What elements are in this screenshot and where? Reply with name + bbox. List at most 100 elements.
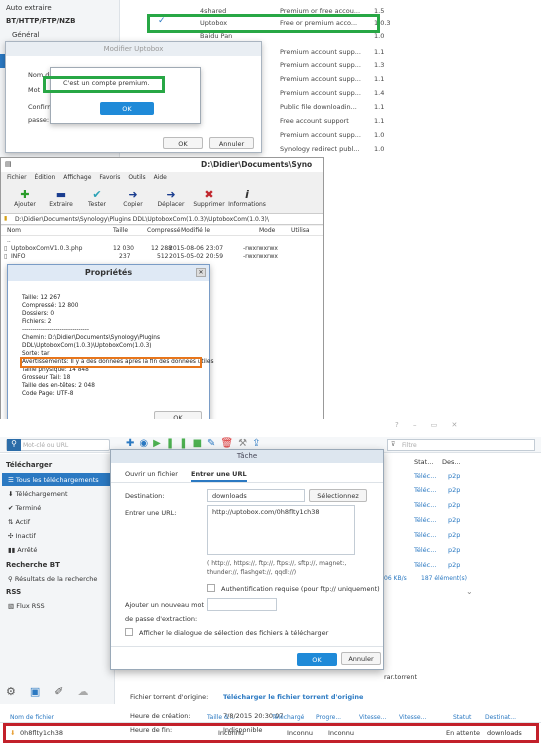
trash-icon[interactable]: 🗑 bbox=[220, 438, 238, 449]
auth-checkbox[interactable] bbox=[207, 584, 215, 592]
collapse-icon[interactable]: ⌄ bbox=[466, 587, 473, 596]
destination-label: Destination: bbox=[125, 492, 165, 500]
destination-field[interactable]: downloads bbox=[207, 489, 305, 502]
col-status[interactable]: Statut bbox=[453, 714, 471, 721]
sidebar-item-auto-extract[interactable]: Auto extraire bbox=[6, 4, 52, 12]
col-size[interactable]: Taille d... bbox=[207, 714, 233, 721]
cloud-icon[interactable]: ☁ bbox=[78, 685, 103, 698]
sidebar-label: Terminé bbox=[15, 504, 42, 512]
add-button[interactable]: ✚ Ajouter bbox=[5, 188, 45, 208]
col-speed-down[interactable]: Vitesse... bbox=[359, 714, 386, 721]
host-desc: Premium account supp... bbox=[280, 75, 361, 83]
sidebar-item-all[interactable]: ☰ Tous les téléchargements bbox=[8, 476, 99, 484]
delete-button[interactable]: ✖ Supprimer bbox=[189, 188, 229, 208]
host-version: 1.0 bbox=[374, 131, 385, 139]
add-icon[interactable]: ✚ bbox=[126, 438, 139, 449]
dsm-settings-panel: Auto extraire BT/HTTP/FTP/NZB Général 4s… bbox=[0, 0, 541, 157]
menu-favorites[interactable]: Favoris bbox=[99, 174, 120, 181]
col-mode[interactable]: Mode bbox=[259, 227, 275, 234]
menu-tools[interactable]: Outils bbox=[128, 174, 145, 181]
filter-input[interactable]: ⊽ Filtre bbox=[387, 439, 535, 451]
info-button[interactable]: i Informations bbox=[225, 188, 269, 208]
select-button[interactable]: Sélectionnez bbox=[309, 489, 367, 502]
action-toolbar[interactable]: ✚◉▶❚❚■✎🗑⚒⇪ bbox=[126, 438, 266, 449]
broom-icon[interactable]: ⚒ bbox=[238, 438, 252, 449]
emule-icon[interactable]: ✐ bbox=[54, 685, 77, 698]
col-destination[interactable]: Des... bbox=[442, 458, 461, 466]
rss-icon: ▧ bbox=[8, 602, 15, 610]
menu-file[interactable]: Fichier bbox=[7, 174, 27, 181]
sidebar-section-bt: Recherche BT bbox=[6, 561, 60, 569]
extract-button[interactable]: ▬ Extraire bbox=[41, 188, 81, 208]
dialog-label: Mot bbox=[28, 86, 41, 94]
sidebar-item-search-results[interactable]: ⚲ Résultats de la recherche bbox=[8, 575, 97, 583]
address-bar[interactable]: ▮ D:\Didier\Documents\Synology\Plugins D… bbox=[1, 213, 323, 225]
stop-icon[interactable]: ■ bbox=[193, 438, 207, 449]
url-textarea[interactable]: http://uptobox.com/0h8flty1ch38 bbox=[207, 505, 355, 555]
dialog-label: passe: bbox=[28, 116, 50, 124]
sidebar-item-rss-feeds[interactable]: ▧ Flux RSS bbox=[8, 602, 45, 610]
dialog-title: Modifier Uptobox bbox=[6, 42, 261, 56]
alert-ok-button[interactable]: OK bbox=[100, 102, 154, 115]
list-item[interactable]: .. bbox=[1, 237, 323, 245]
list-item[interactable]: ▯ UptoboxComV1.0.3.php 12 030 12 288 201… bbox=[1, 245, 323, 253]
edit-icon[interactable]: ✎ bbox=[207, 438, 220, 449]
share-icon[interactable]: ⇪ bbox=[252, 438, 265, 449]
pause-icon[interactable]: ❚❚ bbox=[166, 438, 193, 449]
task-ok-button[interactable]: OK bbox=[297, 653, 337, 666]
globe-icon[interactable]: ◉ bbox=[139, 438, 153, 449]
sidebar-item-active[interactable]: ⇅ Actif bbox=[8, 518, 30, 526]
list-item[interactable]: ▯ INFO 237 512 2015-05-02 20:59 -rwxrwxr… bbox=[1, 253, 323, 261]
menu-help[interactable]: Aide bbox=[154, 174, 167, 181]
move-button[interactable]: ➜ Déplacer bbox=[151, 188, 191, 208]
window-controls[interactable]: ? – ▭ ✕ bbox=[395, 421, 463, 429]
filter-placeholder: Filtre bbox=[402, 442, 417, 449]
col-size[interactable]: Taille bbox=[113, 227, 128, 234]
menu-edit[interactable]: Édition bbox=[35, 174, 56, 181]
sidebar-item-general[interactable]: Général bbox=[12, 31, 40, 39]
col-user[interactable]: Utilisa bbox=[291, 227, 310, 234]
col-modified[interactable]: Modifié le bbox=[181, 227, 210, 234]
bt-icon[interactable]: ▣ bbox=[30, 685, 54, 698]
sidebar-item-downloading[interactable]: ⬇ Téléchargement bbox=[8, 490, 68, 498]
play-icon[interactable]: ▶ bbox=[153, 438, 166, 449]
sidebar-item-completed[interactable]: ✔ Terminé bbox=[8, 504, 41, 512]
password-field[interactable] bbox=[207, 598, 277, 611]
col-progress[interactable]: Progre... bbox=[316, 714, 341, 721]
copy-button[interactable]: ➜ Copier bbox=[113, 188, 153, 208]
file-mode: -rwxrwxrwx bbox=[243, 253, 278, 260]
file-table-header: Nom de fichier Taille d... Téléchargé Pr… bbox=[0, 711, 541, 723]
file-name: .. bbox=[7, 237, 11, 244]
search-input[interactable]: ⚲ Mot-clé ou URL bbox=[6, 439, 110, 451]
green-highlight-box bbox=[43, 76, 165, 93]
address-path: D:\Didier\Documents\Synology\Plugins DDL… bbox=[15, 216, 269, 223]
settings-gear-icon[interactable]: ⚙ bbox=[6, 685, 30, 698]
col-status[interactable]: Stat... bbox=[414, 458, 433, 466]
sidebar-item-stopped[interactable]: ▮▮ Arrêté bbox=[8, 546, 37, 554]
url-hint: thunder://, flashget://, qqdl://) bbox=[207, 569, 297, 576]
col-filename[interactable]: Nom de fichier bbox=[10, 714, 54, 721]
show-dialog-checkbox[interactable] bbox=[125, 628, 133, 636]
stopped-icon: ▮▮ bbox=[8, 546, 16, 554]
torrent-name: rar.torrent bbox=[384, 673, 418, 681]
test-button[interactable]: ✔ Tester bbox=[77, 188, 117, 208]
sidebar-item-inactive[interactable]: ✣ Inactif bbox=[8, 532, 36, 540]
ok-button[interactable]: OK bbox=[163, 137, 203, 149]
download-torrent-link[interactable]: Télécharger le fichier torrent d'origine bbox=[223, 693, 363, 701]
properties-dialog: Propriétés ✕ Taille: 12 267 Compressé: 1… bbox=[7, 264, 214, 424]
toolbar-label: Extraire bbox=[49, 201, 73, 208]
col-speed-up[interactable]: Vitesse... bbox=[399, 714, 426, 721]
tab-open-file[interactable]: Ouvrir un fichier bbox=[125, 470, 178, 478]
col-compressed[interactable]: Compressé bbox=[147, 227, 180, 234]
task-cancel-button[interactable]: Annuler bbox=[341, 652, 381, 665]
host-version: 1.3 bbox=[374, 61, 385, 69]
toolbar-label: Ajouter bbox=[14, 201, 36, 208]
menu-view[interactable]: Affichage bbox=[63, 174, 91, 181]
close-icon[interactable]: ✕ bbox=[196, 268, 206, 277]
tab-enter-url[interactable]: Entrer une URL bbox=[191, 470, 247, 482]
col-destination[interactable]: Destinat... bbox=[485, 714, 516, 721]
cancel-button[interactable]: Annuler bbox=[209, 137, 254, 149]
list-header: Nom Taille Compressé Modifié le Mode Uti… bbox=[1, 227, 323, 236]
col-name[interactable]: Nom bbox=[7, 227, 21, 234]
col-downloaded[interactable]: Téléchargé bbox=[272, 714, 304, 721]
